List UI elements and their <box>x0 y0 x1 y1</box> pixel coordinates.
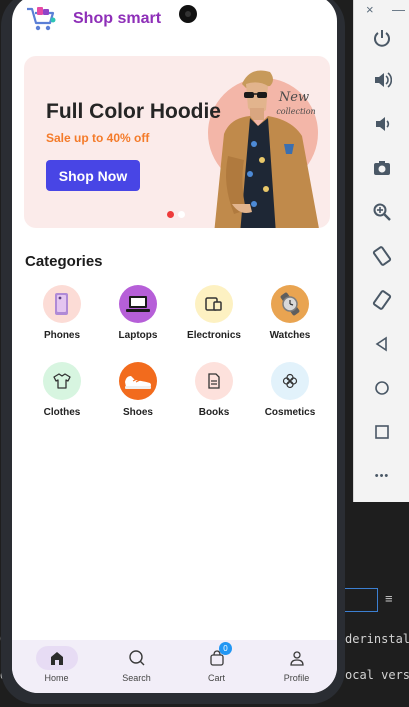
rotate-left-icon[interactable] <box>368 242 396 270</box>
camera-icon[interactable] <box>368 154 396 182</box>
terminal-text: derinstall <box>345 632 409 646</box>
volume-down-icon[interactable] <box>368 110 396 138</box>
app-title: Shop smart <box>73 10 162 27</box>
electronics-icon <box>195 285 233 323</box>
emulator-controls: × — ••• <box>353 0 409 502</box>
close-icon[interactable]: × <box>366 2 374 17</box>
home-button-icon[interactable] <box>368 374 396 402</box>
category-books[interactable]: Books <box>176 362 252 428</box>
book-icon <box>195 362 233 400</box>
category-label: Electronics <box>187 330 241 341</box>
list-icon[interactable]: ≡ <box>385 591 393 606</box>
cosmetics-icon <box>271 362 309 400</box>
tag-line-2: collection <box>276 107 315 116</box>
shoe-icon <box>119 362 157 400</box>
category-label: Shoes <box>122 407 153 418</box>
promo-banner[interactable]: New collection Full Color Hoodie Sale up… <box>24 56 330 228</box>
nav-label: Cart <box>207 673 225 683</box>
phone-icon <box>43 285 81 323</box>
category-label: Books <box>198 407 230 418</box>
volume-up-icon[interactable] <box>368 66 396 94</box>
banner-title: Full Color Hoodie <box>46 100 221 123</box>
category-clothes[interactable]: Clothes <box>24 362 100 428</box>
nav-label: Home <box>44 673 69 683</box>
nav-cart[interactable]: 0 Cart <box>176 640 257 693</box>
home-icon <box>36 646 78 670</box>
tag-line-1: New <box>278 90 309 105</box>
category-label: Cosmetics <box>264 407 316 418</box>
app-header: Shop smart <box>12 0 337 43</box>
overview-icon[interactable] <box>368 418 396 446</box>
category-cosmetics[interactable]: Cosmetics <box>252 362 328 428</box>
terminal-text: ocal verst <box>345 668 409 682</box>
more-icon[interactable]: ••• <box>368 462 396 490</box>
profile-icon <box>276 646 318 670</box>
category-phones[interactable]: Phones <box>24 285 100 351</box>
nav-profile[interactable]: Profile <box>256 640 337 693</box>
minimize-icon[interactable]: — <box>392 2 405 17</box>
carousel-dot[interactable] <box>178 211 185 218</box>
categories-heading: Categories <box>25 253 103 270</box>
bottom-navigation: Home Search 0 Cart Profile <box>12 640 337 693</box>
category-label: Clothes <box>43 407 81 418</box>
category-watches[interactable]: Watches <box>252 285 328 351</box>
search-icon <box>116 646 158 670</box>
category-label: Watches <box>269 330 311 341</box>
nav-search[interactable]: Search <box>96 640 177 693</box>
carousel-indicator[interactable] <box>167 211 185 218</box>
category-label: Phones <box>43 330 81 341</box>
app-screen: Shop smart New collection Full Color Hoo… <box>12 0 337 693</box>
phone-frame: Shop smart New collection Full Color Hoo… <box>1 0 345 704</box>
shirt-icon <box>43 362 81 400</box>
cart-badge: 0 <box>219 642 232 655</box>
category-label: Laptops <box>118 330 158 341</box>
carousel-dot-active[interactable] <box>167 211 174 218</box>
back-icon[interactable] <box>368 330 396 358</box>
nav-label: Search <box>122 673 151 683</box>
shop-now-button[interactable]: Shop Now <box>46 160 140 191</box>
banner-subtitle: Sale up to 40% off <box>46 131 150 145</box>
rotate-right-icon[interactable] <box>368 286 396 314</box>
shopping-cart-logo-icon <box>27 7 56 31</box>
new-collection-tag: New collection <box>276 90 315 116</box>
zoom-icon[interactable] <box>368 198 396 226</box>
category-laptops[interactable]: Laptops <box>100 285 176 351</box>
watch-icon <box>271 285 309 323</box>
category-electronics[interactable]: Electronics <box>176 285 252 351</box>
category-shoes[interactable]: Shoes <box>100 362 176 428</box>
nav-label: Profile <box>283 673 310 683</box>
nav-home[interactable]: Home <box>16 640 97 693</box>
power-icon[interactable] <box>368 24 396 52</box>
laptop-icon <box>119 285 157 323</box>
terminal-input[interactable] <box>344 588 378 612</box>
